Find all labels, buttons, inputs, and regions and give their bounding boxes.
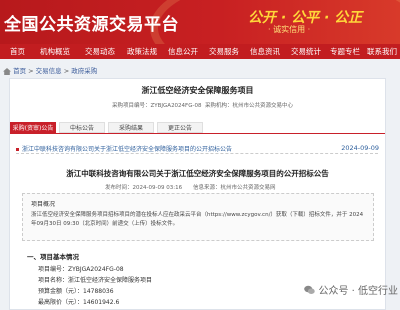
info-row-code: 项目编号：ZYBJGA2024FG-08 (38, 266, 124, 273)
breadcrumb: 首页 > 交易信息 > 政府采购 (3, 65, 97, 75)
nav-item-news[interactable]: 交易动态 (85, 46, 115, 57)
project-agency-label: 采购机构： (205, 103, 233, 109)
bullet-icon (16, 148, 19, 151)
info-row-max-price: 最高限价（元）：14601942.6 (38, 299, 120, 306)
site-header: 全国公共资源交易平台 公开 · 公平 · 公正 · 诚实信用 · (0, 0, 400, 44)
info-row-name: 项目名称：浙江低空经济安全保障服务项目 (38, 277, 153, 284)
info-row-budget: 预算金额（元）：14788036 (38, 288, 114, 295)
section-heading: 一、项目基本情况 (27, 253, 79, 261)
nav-item-stats[interactable]: 交易统计 (291, 46, 321, 57)
nav-item-policy[interactable]: 政策法规 (127, 46, 157, 57)
nav-item-topics[interactable]: 专题专栏 (330, 46, 360, 57)
main-nav: 首页 机构概览 交易动态 政策法规 信息公开 交易服务 信息资讯 交易统计 专题… (0, 44, 400, 59)
breadcrumb-home[interactable]: 首页 (13, 67, 26, 75)
project-agency-value: 杭州市公共资源交易中心 (232, 103, 294, 109)
divider (16, 153, 378, 154)
project-code-value: ZYBJGA2024FG-08 (150, 103, 202, 109)
notice-tabs: 采购(资审)公告 中标公告 采购结果 更正公告 (10, 122, 385, 134)
article-source: 信息来源：杭州市公共资源交易网 (193, 185, 276, 191)
article-time: 发布时间：2024-09-09 03:16 (105, 185, 183, 191)
nav-item-disclosure[interactable]: 信息公开 (168, 46, 198, 57)
tab-procurement-notice[interactable]: 采购(资审)公告 (10, 122, 56, 133)
watermark-text: 公众号 · 低空行业 (318, 286, 398, 297)
project-code-label: 采购项目编号： (112, 103, 151, 109)
nav-item-home[interactable]: 首页 (10, 46, 25, 57)
home-icon (3, 67, 11, 75)
site-logo[interactable]: 全国公共资源交易平台 (4, 10, 179, 35)
project-title: 浙江低空经济安全保障服务项目 (141, 86, 254, 95)
nav-item-info[interactable]: 信息资讯 (250, 46, 280, 57)
notice-link[interactable]: 浙江中联科技咨询有限公司关于浙江低空经济安全保障服务项目的公开招标公告 (16, 144, 232, 153)
tab-procurement-result[interactable]: 采购结果 (108, 122, 154, 133)
project-code: 采购项目编号：ZYBJGA2024FG-08 (112, 101, 201, 109)
nav-item-contact[interactable]: 联系我们 (367, 46, 397, 57)
overview-box: 项目概况 浙江低空经济安全保障服务项目招标项目的潜在投标人应在政采云平台（htt… (22, 193, 374, 241)
breadcrumb-trade[interactable]: 交易信息 (36, 67, 62, 75)
notice-link-text[interactable]: 浙江中联科技咨询有限公司关于浙江低空经济安全保障服务项目的公开招标公告 (22, 146, 232, 153)
breadcrumb-procurement[interactable]: 政府采购 (71, 67, 97, 75)
tab-award-notice[interactable]: 中标公告 (59, 122, 105, 133)
notice-date: 2024-09-09 (341, 144, 379, 152)
project-panel: 浙江低空经济安全保障服务项目 采购项目编号：ZYBJGA2024FG-08 采购… (9, 78, 386, 310)
article-title: 浙江中联科技咨询有限公司关于浙江低空经济安全保障服务项目的公开招标公告 (66, 169, 329, 178)
wechat-icon (304, 285, 315, 294)
overview-body: 浙江低空经济安全保障服务项目招标项目的潜在投标人应在政采云平台（https://… (31, 212, 364, 227)
header-slogan-sub: · 诚实信用 · (268, 25, 311, 34)
watermark: 公众号 · 低空行业 (304, 282, 398, 297)
tab-correction-notice[interactable]: 更正公告 (157, 122, 203, 133)
overview-heading: 项目概况 (31, 201, 56, 208)
nav-item-service[interactable]: 交易服务 (209, 46, 239, 57)
nav-item-overview[interactable]: 机构概览 (40, 46, 70, 57)
project-agency: 采购机构：杭州市公共资源交易中心 (205, 101, 293, 109)
